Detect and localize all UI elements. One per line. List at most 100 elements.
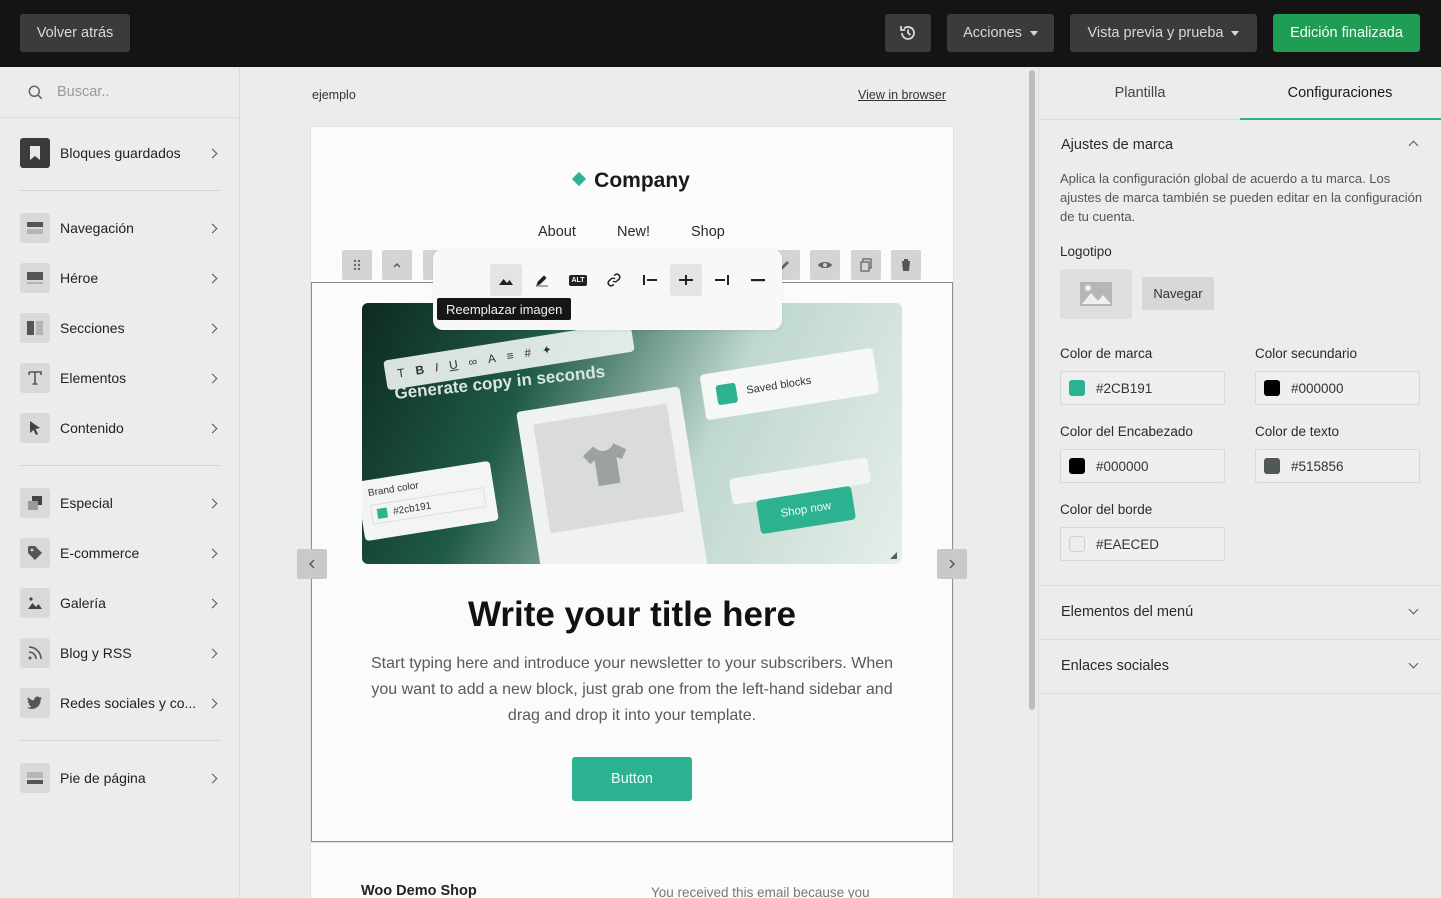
sidebar-item-saved-blocks[interactable]: Bloques guardados [20,137,220,169]
heading-color-swatch[interactable] [1069,458,1085,474]
chevron-up-icon[interactable] [1408,140,1419,151]
heading-color-label: Color del Encabezado [1060,424,1193,439]
sidebar-item-elements[interactable]: Elementos [20,362,220,394]
search-icon [28,85,43,99]
pencil-icon [536,275,548,287]
chevron-up-icon [393,263,401,268]
navigation-block-icon [20,213,50,243]
menu-item-about[interactable]: About [538,224,576,240]
search-bar [0,67,239,118]
chevron-right-icon [207,373,218,383]
hero-body-text[interactable]: Start typing here and introduce your new… [362,651,902,729]
align-right-icon [715,275,729,285]
align-right-button[interactable] [706,264,738,296]
mock-underline-icon: U [448,357,459,373]
text-color-field[interactable]: #515856 [1255,449,1420,483]
preheader-text[interactable]: ejemplo [312,88,356,102]
edit-image-button[interactable] [526,264,558,296]
sidebar-item-social[interactable]: Redes sociales y co... [20,687,220,719]
sidebar-item-ecommerce[interactable]: E-commerce [20,537,220,569]
chevron-left-icon [309,559,315,569]
delete-block-button[interactable] [891,250,921,280]
sidebar-item-gallery[interactable]: Galería [20,587,220,619]
chevron-right-icon [207,498,218,508]
text-color-swatch[interactable] [1264,458,1280,474]
chevron-right-icon [207,773,218,783]
brand-logo[interactable]: Company [311,169,953,193]
mock-bold-icon: B [414,362,426,378]
hero-block-selected[interactable]: T B I U ∞ A ≡ # ✦ Generate copy in seconds Saved… [311,282,953,842]
chevron-down-icon[interactable] [1408,604,1419,615]
rss-icon [20,638,50,668]
mock-sparkle-icon: ✦ [540,342,553,358]
sidebar-item-hero[interactable]: Héroe [20,262,220,294]
browse-logo-button[interactable]: Navegar [1142,277,1214,310]
brand-settings-header[interactable]: Ajustes de marca [1061,137,1173,153]
sidebar-item-navigation[interactable]: Navegación [20,212,220,244]
brand-color-swatch[interactable] [1069,380,1085,396]
brand-name: Company [594,169,690,192]
next-arrow-button[interactable] [937,549,967,579]
menu-item-shop[interactable]: Shop [691,224,725,240]
preview-dropdown[interactable]: Vista previa y prueba [1070,14,1257,52]
sidebar-item-blog-rss[interactable]: Blog y RSS [20,637,220,669]
trash-icon [901,259,911,271]
menu-items-header[interactable]: Elementos del menú [1061,604,1193,620]
image-link-button[interactable] [598,264,630,296]
border-color-swatch[interactable] [1069,536,1085,552]
done-editing-button[interactable]: Edición finalizada [1273,14,1420,52]
sidebar-item-content[interactable]: Contenido [20,412,220,444]
logo-placeholder[interactable] [1060,269,1132,319]
mock-saved-blocks-card: Saved blocks [699,347,880,421]
align-left-button[interactable] [634,264,666,296]
sidebar-item-label: Galería [60,595,106,611]
drag-dots-icon [353,259,361,271]
previous-arrow-button[interactable] [297,549,327,579]
hero-image[interactable]: T B I U ∞ A ≡ # ✦ Generate copy in seconds Saved… [362,303,902,564]
resize-handle-icon[interactable] [890,552,897,559]
social-links-header[interactable]: Enlaces sociales [1061,658,1169,674]
caret-down-icon [1029,30,1038,36]
secondary-color-field[interactable]: #000000 [1255,371,1420,405]
align-center-button[interactable] [670,264,702,296]
alt-text-button[interactable]: ALT [562,264,594,296]
tab-template[interactable]: Plantilla [1040,67,1240,119]
duplicate-block-button[interactable] [851,250,881,280]
image-placeholder-icon [1080,282,1112,306]
sidebar-item-label: Secciones [60,320,125,336]
hero-title[interactable]: Write your title here [312,595,952,635]
preview-block-button[interactable] [810,250,840,280]
menu-item-new[interactable]: New! [617,224,650,240]
chevron-down-icon[interactable] [1408,658,1419,669]
scrollbar-thumb[interactable] [1029,70,1035,710]
chevron-right-icon [207,223,218,233]
actions-dropdown[interactable]: Acciones [947,14,1054,52]
chevron-right-icon [207,548,218,558]
sidebar-item-label: Héroe [60,270,99,286]
border-color-field[interactable]: #EAECED [1060,527,1225,561]
caret-down-icon [1231,30,1240,36]
mock-hash-icon: # [523,345,533,361]
search-input[interactable] [57,84,217,100]
sidebar-item-special[interactable]: Especial [20,487,220,519]
secondary-color-swatch[interactable] [1264,380,1280,396]
sidebar-item-sections[interactable]: Secciones [20,312,220,344]
heading-color-field[interactable]: #000000 [1060,449,1225,483]
sidebar-item-footer[interactable]: Pie de página [20,762,220,794]
footer-block[interactable]: Woo Demo Shop You received this email be… [311,842,953,898]
chevron-right-icon [207,598,218,608]
drag-handle-button[interactable] [342,250,372,280]
secondary-color-value: #000000 [1291,380,1344,396]
mock-color-icon: A [486,351,497,367]
view-in-browser-link[interactable]: View in browser [858,88,946,102]
brand-color-field[interactable]: #2CB191 [1060,371,1225,405]
history-button[interactable] [885,14,931,52]
email-template: Company About New! Shop T B I U ∞ A ≡ # ✦ Genera… [311,127,953,898]
back-button[interactable]: Volver atrás [20,14,130,52]
canvas-scrollbar[interactable] [1025,67,1039,898]
replace-image-button[interactable] [490,264,522,296]
tab-settings[interactable]: Configuraciones [1240,67,1441,120]
full-width-button[interactable] [742,264,774,296]
cta-button[interactable]: Button [572,757,692,801]
move-up-button[interactable] [382,250,412,280]
